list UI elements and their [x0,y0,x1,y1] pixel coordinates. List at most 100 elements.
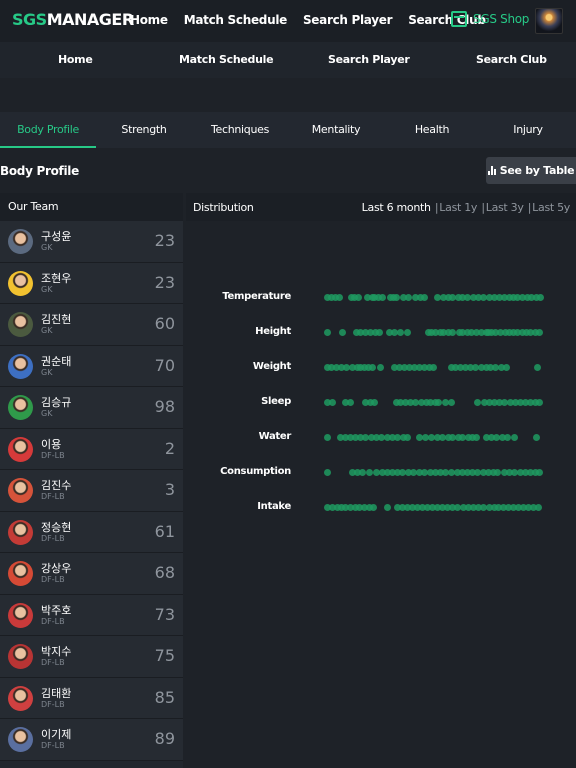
subnav-match-schedule[interactable]: Match Schedule [179,53,274,66]
player-name: 정승현 [41,520,72,534]
metric-dot-strip [324,328,544,338]
period-separator: | [481,201,485,214]
player-row[interactable]: 김진현 GK 60 [0,304,183,346]
player-position: DF-LB [41,741,65,750]
player-avatar [8,229,33,254]
tab-mentality[interactable]: Mentality [288,112,384,148]
player-name: 강상우 [41,562,72,575]
player-name: 박지수 [41,645,72,658]
player-position: GK [41,243,53,252]
top-nav: Home Match Schedule Search Player Search… [130,13,502,27]
top-nav-home[interactable]: Home [130,13,168,27]
player-avatar [8,727,33,752]
player-row[interactable]: 김태환 DF-LB 85 [0,677,183,719]
distribution-dot [371,399,378,406]
period-separator: | [527,201,532,214]
subnav-search-player[interactable]: Search Player [328,53,410,66]
player-row[interactable]: 정승현 DF-LB 61 [0,511,183,553]
player-name: 조현우 [41,271,72,285]
player-name: 김승규 [41,396,72,409]
distribution-dot [379,294,386,301]
distribution-header: Distribution Last 6 month |Last 1y |Last… [186,193,576,221]
player-value: 2 [164,438,175,458]
player-row[interactable]: 구성윤 GK 23 [0,221,183,263]
player-value: 60 [154,314,175,333]
distribution-dot [536,469,543,476]
player-row[interactable]: 김진수 DF-LB 3 [0,470,183,512]
metric-row: Water [186,431,576,445]
tab-health[interactable]: Health [384,112,480,148]
player-position: DF-LB [41,575,65,584]
period-last-6-month[interactable]: Last 6 month [362,201,431,214]
period-last-3y[interactable]: Last 3y [486,201,524,214]
see-by-table-button[interactable]: See by Table [486,157,576,184]
player-name: 박주호 [41,603,72,617]
shop-link[interactable]: SGS Shop [451,11,529,27]
player-value: 98 [154,397,175,416]
player-row[interactable]: 김승규 GK 98 [0,387,183,429]
period-last-5y[interactable]: Last 5y [532,201,570,214]
metric-dot-strip [324,363,544,373]
period-separator: | [434,201,439,214]
metric-dot-strip [324,293,544,303]
secondary-nav: Home Match Schedule Search Player Search… [0,42,576,78]
player-value: 75 [154,646,175,665]
metric-label: Weight [252,361,291,372]
player-avatar [8,644,33,669]
player-row[interactable]: 강상우 DF-LB 68 [0,553,183,595]
top-nav-search-player[interactable]: Search Player [303,13,393,27]
logo-main: MANAGER [46,10,134,29]
metric-label: Intake [257,501,291,512]
top-nav-match-schedule[interactable]: Match Schedule [184,13,288,27]
distribution-dot [370,504,377,511]
distribution-dot [421,294,428,301]
metric-dot-strip [324,503,544,513]
distribution-dot [404,329,411,336]
distribution-dot [397,329,404,336]
player-avatar [8,561,33,586]
tab-body-profile[interactable]: Body Profile [0,112,96,148]
player-list: 구성윤 GK 23 조현우 GK 23 김진현 GK 60 권순태 GK 70 김승규 GK 98 이용 DF-… [0,221,183,761]
distribution-dot [404,434,411,441]
metric-label: Consumption [220,466,291,477]
subnav-home[interactable]: Home [58,53,93,66]
player-value: 85 [154,687,175,707]
subnav-search-club[interactable]: Search Club [476,53,547,66]
player-row[interactable]: 이기제 DF-LB 89 [0,719,183,761]
distribution-dot [435,399,442,406]
distribution-dot [324,434,331,441]
tab-techniques[interactable]: Techniques [192,112,288,148]
distribution-dot [359,469,366,476]
metric-label: Sleep [261,396,291,407]
player-row[interactable]: 이용 DF-LB 2 [0,428,183,470]
player-avatar [8,353,33,379]
player-row[interactable]: 박지수 DF-LB 75 [0,636,183,678]
distribution-dot [324,469,331,476]
player-avatar [8,436,33,462]
distribution-title: Distribution [193,201,254,214]
player-position: GK [41,409,53,418]
distribution-dot [339,329,346,336]
logo[interactable]: SGSMANAGER [12,10,134,29]
player-row[interactable]: 조현우 GK 23 [0,262,183,304]
distribution-dot [504,434,511,441]
user-avatar[interactable] [535,8,563,34]
player-value: 61 [154,521,175,541]
player-row[interactable]: 박주호 DF-LB 73 [0,594,183,636]
metric-row: Intake [186,501,576,515]
tab-injury[interactable]: Injury [480,112,576,148]
player-row[interactable]: 권순태 GK 70 [0,345,183,387]
player-avatar [8,478,33,503]
player-name: 김진수 [41,479,72,492]
top-header: SGSMANAGER Home Match Schedule Search Pl… [0,0,576,42]
shop-icon [451,11,467,27]
period-last-1y[interactable]: Last 1y [439,201,477,214]
tab-strength[interactable]: Strength [96,112,192,148]
team-header: Our Team [0,193,183,221]
player-value: 68 [154,563,175,582]
distribution-panel: Distribution Last 6 month |Last 1y |Last… [186,193,576,768]
player-value: 3 [164,480,175,499]
distribution-dot [369,364,376,371]
player-value: 73 [154,604,175,624]
player-name: 이기제 [41,728,72,741]
